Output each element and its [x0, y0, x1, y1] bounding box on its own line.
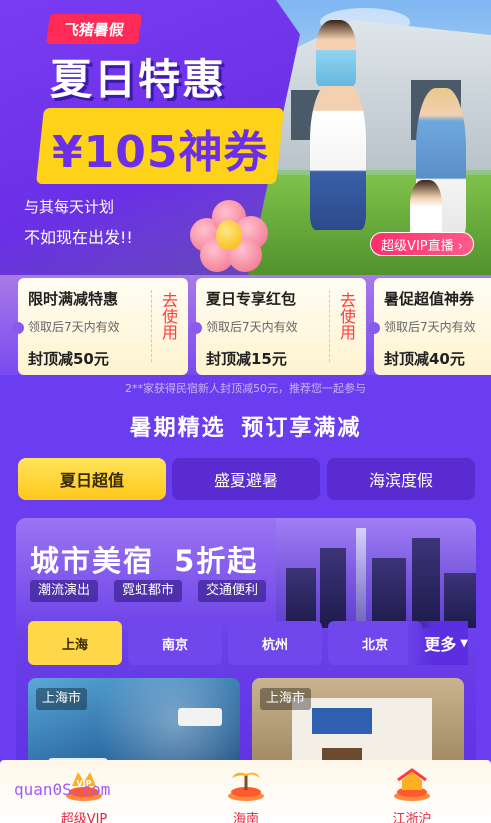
nav-item-hainan[interactable]: 海南	[196, 760, 296, 823]
jiangzhehu-icon	[392, 766, 432, 802]
coupon-card[interactable]: 夏日专享红包 领取后7天内有效 封顶减15元 去使用	[190, 278, 366, 375]
coupon-desc: 领取后7天内有效	[384, 320, 476, 334]
hainan-icon	[226, 766, 266, 802]
skyline-image	[276, 518, 476, 628]
brand-tag: 飞猪暑假	[45, 14, 143, 44]
hero-amount: ¥105神券	[52, 127, 269, 178]
vip-live-button[interactable]: 超级VIP直播 ›	[370, 232, 474, 256]
hero-title: 夏日特惠	[50, 55, 227, 104]
coupon-divider	[151, 290, 152, 362]
city-tab-shanghai[interactable]: 上海	[28, 621, 122, 665]
coupon-divider	[329, 290, 330, 362]
coupon-amount: 封顶减40元	[384, 350, 465, 368]
coupon-amount: 封顶减15元	[206, 350, 287, 368]
coupon-desc: 领取后7天内有效	[206, 320, 298, 334]
coupon-title: 限时满减特惠	[28, 290, 119, 308]
more-label: 更多	[424, 635, 457, 654]
coupon-use-button[interactable]: 去使用	[337, 292, 358, 340]
city-card-title: 城市美宿 5折起	[30, 544, 259, 578]
tab-summer-value[interactable]: 夏日超值	[18, 458, 166, 500]
nav-item-jiangzhehu[interactable]: 江浙沪	[362, 760, 462, 823]
coupon-card[interactable]: 限时满减特惠 领取后7天内有效 封顶减50元 去使用	[12, 278, 188, 375]
coupon-strip: 限时满减特惠 领取后7天内有效 封顶减50元 去使用 夏日专享红包 领取后7天内…	[0, 275, 491, 375]
coupon-notch	[190, 322, 202, 334]
promo-note: 2**家获得民宿新人封顶减50元，推荐您一起参与	[125, 382, 366, 395]
city-tab-nanjing[interactable]: 南京	[128, 621, 222, 665]
city-tab-hangzhou[interactable]: 杭州	[228, 621, 322, 665]
nav-label: 超级VIP	[60, 812, 108, 823]
feature-tag: 潮流演出	[30, 580, 99, 602]
coupon-title: 暑促超值神券	[384, 290, 475, 308]
coupon-card[interactable]: 暑促超值神券 领取后7天内有效 封顶减40元	[368, 278, 491, 375]
feature-tag: 霓虹都市	[114, 580, 183, 602]
coupon-notch	[368, 322, 380, 334]
more-cities-button[interactable]: 更多 ▼	[408, 621, 468, 665]
coupon-title: 夏日专享红包	[206, 290, 297, 308]
tab-seaside[interactable]: 海滨度假	[327, 458, 475, 500]
nav-label: 海南	[232, 812, 259, 823]
coupon-notch	[12, 322, 24, 334]
watermark: quan0S.com	[14, 780, 111, 799]
hotel-city-label: 上海市	[260, 688, 312, 710]
tab-summer-cool[interactable]: 盛夏避暑	[172, 458, 320, 500]
hero-subtitle-2: 不如现在出发!!	[24, 228, 133, 247]
hero-subtitle: 与其每天计划	[24, 198, 115, 216]
coupon-amount: 封顶减50元	[28, 350, 109, 368]
feature-tag: 交通便利	[198, 580, 267, 602]
coupon-use-button[interactable]: 去使用	[159, 292, 180, 340]
chevron-down-icon: ▼	[460, 637, 468, 649]
section-title: 暑期精选 预订享满减	[129, 416, 362, 441]
family-photo	[270, 10, 490, 240]
coupon-desc: 领取后7天内有效	[28, 320, 120, 334]
hotel-city-label: 上海市	[36, 688, 88, 710]
nav-label: 江浙沪	[392, 812, 432, 823]
hero-banner[interactable]: 飞猪暑假 夏日特惠 ¥105神券 与其每天计划 不如现在出发!! 超级VIP直播…	[0, 0, 491, 285]
flower-icon	[190, 200, 270, 272]
